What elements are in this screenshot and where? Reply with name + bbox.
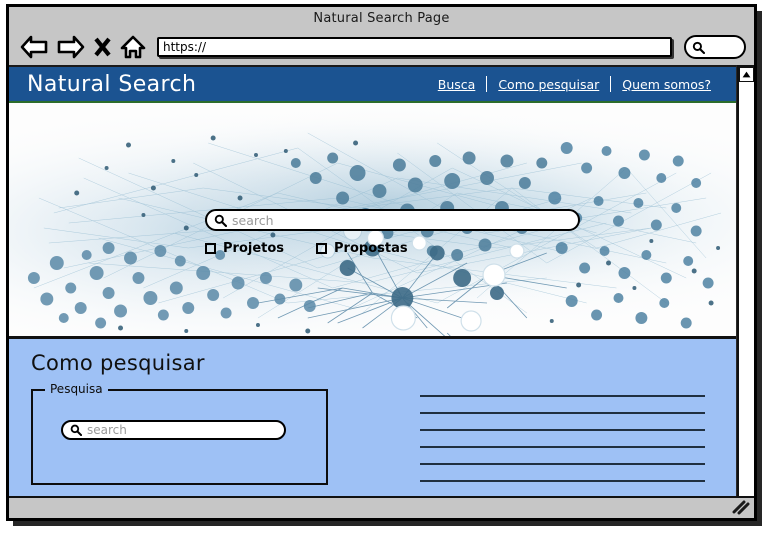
web-page: Natural Search Busca Como pesquisar Quem… bbox=[9, 65, 737, 518]
forward-arrow-icon[interactable] bbox=[56, 34, 86, 60]
browser-nav-buttons bbox=[19, 34, 147, 60]
url-bar[interactable]: https:// bbox=[157, 37, 672, 57]
window-title-bar: Natural Search Page bbox=[9, 7, 754, 29]
pesquisa-fieldset-legend: Pesquisa bbox=[45, 382, 108, 396]
scrollbar-track[interactable] bbox=[739, 82, 754, 503]
nav-link-quem-somos[interactable]: Quem somos? bbox=[611, 77, 722, 92]
back-arrow-icon[interactable] bbox=[19, 34, 49, 60]
magnifier-icon bbox=[214, 214, 227, 227]
text-line bbox=[420, 446, 705, 448]
checkbox-projetos[interactable]: Projetos bbox=[205, 241, 284, 256]
home-icon[interactable] bbox=[119, 34, 147, 60]
text-line bbox=[420, 412, 705, 414]
nav-link-como-pesquisar[interactable]: Como pesquisar bbox=[487, 77, 610, 92]
nav-link-busca[interactable]: Busca bbox=[427, 77, 487, 92]
text-line bbox=[420, 429, 705, 431]
site-header: Natural Search Busca Como pesquisar Quem… bbox=[9, 67, 736, 103]
hero-search-placeholder: search bbox=[232, 212, 274, 228]
url-text: https:// bbox=[163, 40, 207, 54]
scroll-up-button[interactable] bbox=[739, 67, 754, 82]
text-line bbox=[420, 480, 705, 482]
magnifier-icon bbox=[692, 41, 705, 54]
hero-filter-checkboxes: Projetos Propostas bbox=[205, 241, 580, 256]
content-columns: Pesquisa search bbox=[31, 382, 718, 485]
pesquisa-search-placeholder: search bbox=[87, 423, 127, 437]
browser-toolbar: https:// bbox=[9, 29, 754, 65]
pesquisa-fieldset: Pesquisa search bbox=[31, 382, 328, 485]
window-title: Natural Search Page bbox=[313, 10, 450, 26]
site-brand: Natural Search bbox=[27, 71, 197, 97]
status-bar bbox=[9, 496, 754, 518]
checkbox-projetos-label: Projetos bbox=[223, 241, 285, 256]
browser-window: Natural Search Page https:// Natural Sea… bbox=[6, 4, 757, 521]
checkbox-box-icon[interactable] bbox=[316, 243, 328, 254]
toolbar-search-box[interactable] bbox=[684, 35, 746, 59]
hero-search-input[interactable]: search bbox=[205, 209, 580, 231]
text-line bbox=[420, 395, 705, 397]
browser-viewport: Natural Search Busca Como pesquisar Quem… bbox=[9, 65, 754, 518]
checkbox-box-icon[interactable] bbox=[205, 243, 216, 254]
scroll-up-arrow-icon bbox=[742, 71, 751, 78]
hero-search-controls: search Projetos Propostas bbox=[205, 209, 580, 256]
magnifier-icon bbox=[70, 424, 82, 436]
site-nav: Busca Como pesquisar Quem somos? bbox=[427, 76, 722, 92]
content-section: Como pesquisar Pesquisa search bbox=[9, 339, 736, 518]
hero-section: search Projetos Propostas bbox=[9, 103, 736, 339]
checkbox-propostas[interactable]: Propostas bbox=[316, 241, 408, 256]
pesquisa-search-input[interactable]: search bbox=[61, 420, 286, 440]
app-root: Natural Search Page https:// Natural Sea… bbox=[0, 0, 765, 533]
checkbox-propostas-label: Propostas bbox=[334, 241, 408, 256]
text-line bbox=[420, 463, 705, 465]
content-title: Como pesquisar bbox=[31, 351, 205, 375]
content-text-lines bbox=[420, 395, 705, 485]
vertical-scrollbar[interactable] bbox=[737, 65, 754, 518]
resize-grip-icon[interactable] bbox=[732, 500, 750, 515]
stop-x-icon[interactable] bbox=[93, 35, 112, 59]
